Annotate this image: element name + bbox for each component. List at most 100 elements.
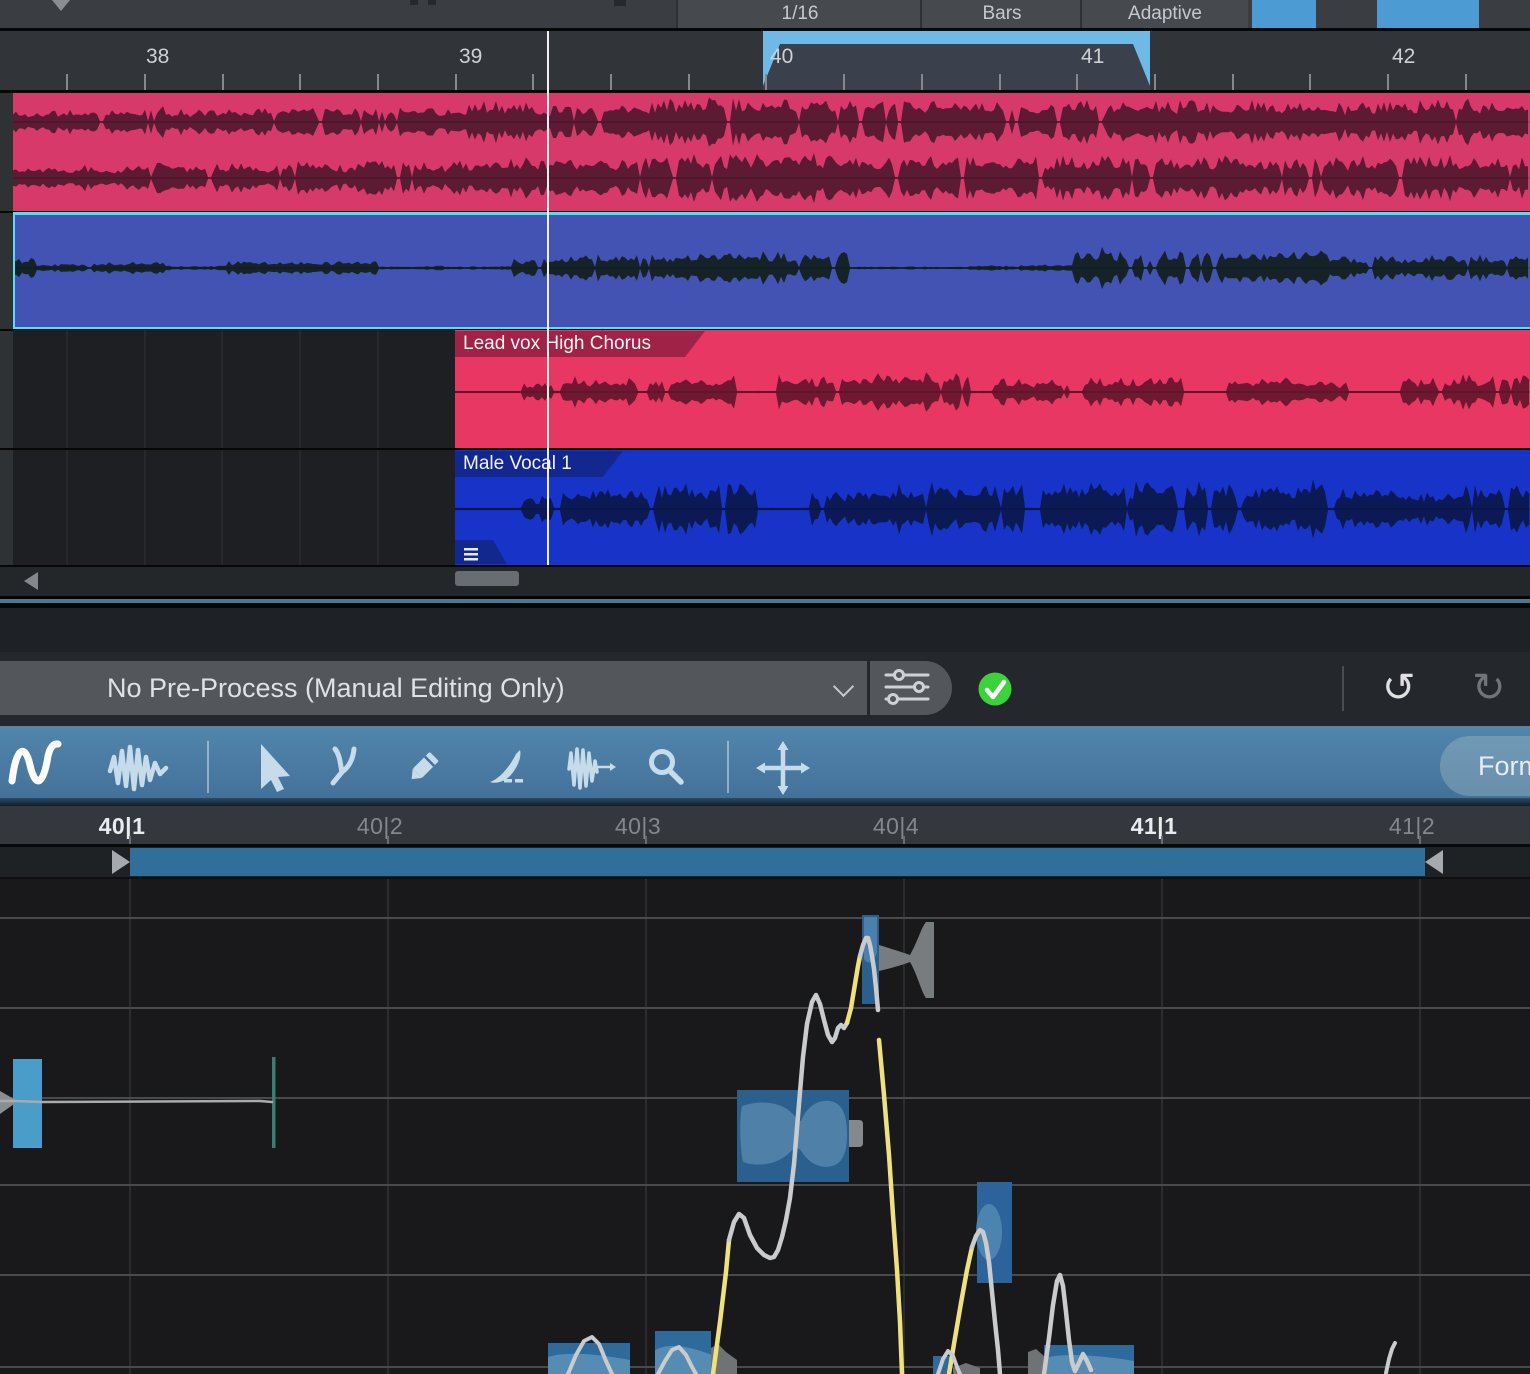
panel-gap [0, 608, 1530, 652]
bar-number: 41 [1081, 45, 1104, 69]
ruler-tick [1154, 74, 1156, 91]
quantize-segment[interactable]: 1/16 [676, 0, 922, 28]
formant-button[interactable]: Form [1440, 736, 1530, 796]
quantize-segment-label: 1/16 [782, 3, 819, 25]
arrange-grid [13, 330, 455, 448]
stretch-tool[interactable] [564, 726, 612, 798]
transport-icon [52, 0, 70, 11]
arrange-timeline-ruler[interactable]: 38 39 40 41 42 [0, 31, 1530, 91]
grid-line [221, 450, 223, 565]
beat-label: 41|2 [1375, 813, 1449, 840]
range-start-handle[interactable] [112, 850, 130, 874]
pitch-curve[interactable] [0, 1101, 272, 1102]
ruler-tick [688, 74, 690, 91]
beat-tick [129, 836, 131, 844]
formant-label: Form [1478, 751, 1530, 782]
timebase-segment[interactable]: Bars [920, 0, 1082, 28]
pitch-curve[interactable] [879, 1040, 902, 1374]
bar-number: 42 [1392, 45, 1415, 69]
algorithm-segment[interactable]: Adaptive [1080, 0, 1248, 28]
line-pencil-tool[interactable] [481, 726, 529, 798]
grid-pitch-line [0, 1007, 1530, 1009]
editor-beat-ruler[interactable]: 40|140|240|340|441|141|2 [0, 806, 1530, 844]
redo-icon[interactable]: ↻ [1472, 668, 1506, 708]
clip-lead-vox-high-chorus[interactable]: Lead vox High Chorus [455, 330, 1530, 448]
beat-label: 40|4 [859, 813, 933, 840]
ruler-tick [921, 74, 923, 91]
ruler-tick [1387, 74, 1389, 91]
melodyne-editor-window: 1/16 Bars Adaptive 38 39 40 41 42 Lead vox Hig… [0, 0, 1530, 1374]
grid-beat-line [1419, 879, 1421, 1374]
grid-pitch-line [0, 1184, 1530, 1186]
chevron-down-icon [833, 676, 854, 697]
zoom-tool[interactable] [640, 726, 688, 798]
pre-process-settings-button[interactable] [870, 661, 952, 715]
transport-icon [614, 0, 626, 6]
hamburger-icon [455, 540, 485, 564]
accent-button-2[interactable] [1377, 0, 1479, 28]
grid-beat-line [1161, 879, 1163, 1374]
move-tool[interactable] [759, 726, 807, 798]
beat-label: 40|1 [85, 813, 159, 840]
ruler-tick [999, 74, 1001, 91]
clip-name-banner: Lead vox High Chorus [455, 331, 705, 357]
ruler-tick [765, 74, 767, 91]
audio-clip[interactable] [13, 93, 1530, 211]
clip-male-vocal-1[interactable]: Male Vocal 1 [455, 450, 1530, 565]
pencil-tool[interactable] [400, 726, 448, 798]
clip-name: Lead vox High Chorus [463, 333, 651, 355]
ruler-tick [843, 74, 845, 91]
ruler-tick [1309, 74, 1311, 91]
undo-icon[interactable]: ↺ [1382, 668, 1416, 708]
transport-icon [428, 0, 436, 5]
note-blob[interactable] [13, 1059, 42, 1148]
beat-tick [387, 836, 389, 844]
grid-pitch-line [0, 917, 1530, 919]
grid-pitch-line [0, 1274, 1530, 1276]
bar-number: 38 [146, 45, 169, 69]
audio-clip[interactable] [13, 212, 1530, 329]
unvoiced-segment [0, 1091, 14, 1114]
scrollbar-row [0, 567, 1530, 596]
ruler-tick [222, 74, 224, 91]
clip-selection-border [13, 327, 1530, 330]
waveform [13, 212, 1530, 329]
pitch-curve-tool[interactable] [12, 726, 60, 798]
grid-line [299, 330, 301, 448]
grid-line [377, 330, 379, 448]
range-end-handle[interactable] [1425, 850, 1443, 874]
bar-number: 40 [770, 45, 793, 69]
accent-button-1[interactable] [1252, 0, 1316, 28]
ruler-tick [299, 74, 301, 91]
transport-toolbar-partial: 1/16 Bars Adaptive [0, 0, 1530, 28]
ruler-tick [1232, 74, 1234, 91]
ruler-tick [66, 74, 68, 91]
grid-line [66, 330, 68, 448]
playback-range-row [0, 847, 1530, 877]
note-waveform-tool[interactable] [113, 726, 161, 798]
scroll-left-arrow-icon[interactable] [24, 572, 38, 590]
arrange-grid [13, 450, 455, 565]
bar-number: 39 [459, 45, 482, 69]
pitch-curve[interactable] [847, 956, 860, 1023]
ruler-tick [1465, 74, 1467, 91]
unvoiced-segment [879, 922, 934, 998]
grid-line [221, 330, 223, 448]
note-blob[interactable] [548, 1343, 630, 1374]
waveform [455, 450, 1530, 565]
clip-name-banner: Male Vocal 1 [455, 451, 623, 477]
pitch-editor-canvas[interactable] [0, 879, 1530, 1374]
grid-pitch-line [0, 1366, 1530, 1368]
playhead-cursor[interactable] [547, 31, 549, 565]
pre-process-dropdown[interactable]: No Pre-Process (Manual Editing Only) [0, 661, 867, 715]
bar-selection-strip[interactable] [763, 31, 1150, 44]
clip-selection-border [13, 212, 1530, 215]
horizontal-scrollbar-thumb[interactable] [455, 571, 519, 586]
timebase-segment-label: Bars [982, 3, 1021, 25]
pitch-curve[interactable] [1386, 1343, 1395, 1373]
grid-line [144, 330, 146, 448]
ruler-tick [377, 74, 379, 91]
pointer-tool[interactable] [247, 726, 295, 798]
playback-range-bar[interactable] [130, 848, 1425, 876]
note-split-tool[interactable] [320, 726, 368, 798]
